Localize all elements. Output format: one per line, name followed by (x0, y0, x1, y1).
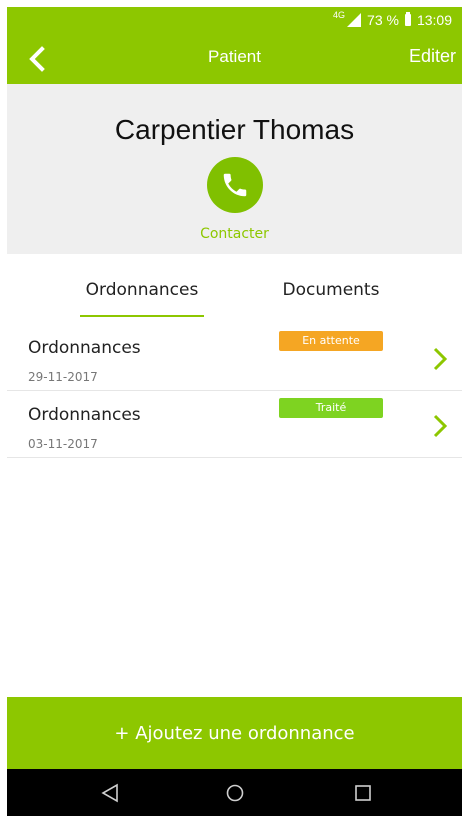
nav-recents-icon[interactable] (352, 782, 374, 804)
list-item[interactable]: Ordonnances 03-11-2017 Traité (7, 391, 462, 458)
signal-icon (347, 13, 362, 27)
list-item[interactable]: Ordonnances 29-11-2017 En attente (7, 324, 462, 391)
chevron-right-icon (433, 347, 448, 371)
system-nav-bar (7, 769, 462, 816)
phone-icon (223, 173, 247, 197)
active-tab-indicator (80, 315, 204, 317)
patient-name: Carpentier Thomas (114, 114, 355, 145)
network-type: 4G (333, 10, 346, 20)
patient-header: Carpentier Thomas Contacter (7, 84, 462, 254)
item-title: Ordonnances (28, 405, 141, 425)
clock: 13:09 (416, 12, 452, 28)
tab-documents[interactable]: Documents (269, 280, 393, 300)
call-button[interactable] (207, 157, 263, 213)
app-bar: 4G 73 % 13:09 Patient Editer (7, 7, 462, 84)
add-prescription-button[interactable]: + Ajoutez une ordonnance (7, 697, 462, 769)
status-bar: 4G 73 % 13:09 (333, 7, 462, 33)
tab-bar: Ordonnances Documents (7, 254, 462, 324)
chevron-right-icon (433, 414, 448, 438)
battery-icon (404, 12, 411, 26)
toolbar: Patient Editer (7, 33, 462, 84)
nav-home-icon[interactable] (224, 782, 246, 804)
status-badge: En attente (279, 331, 383, 351)
item-date: 03-11-2017 (28, 437, 98, 451)
nav-back-icon[interactable] (99, 782, 121, 804)
tab-ordonnances[interactable]: Ordonnances (80, 280, 204, 300)
page-title: Patient (208, 47, 261, 66)
edit-button[interactable]: Editer (409, 46, 456, 67)
item-date: 29-11-2017 (28, 370, 98, 384)
app-screen: 4G 73 % 13:09 Patient Editer Carpentier … (7, 7, 462, 816)
battery-percent: 73 % (367, 12, 399, 28)
status-badge: Traité (279, 398, 383, 418)
prescription-list: Ordonnances 29-11-2017 En attente Ordonn… (7, 324, 462, 458)
contact-link[interactable]: Contacter (7, 226, 462, 242)
item-title: Ordonnances (28, 338, 141, 358)
